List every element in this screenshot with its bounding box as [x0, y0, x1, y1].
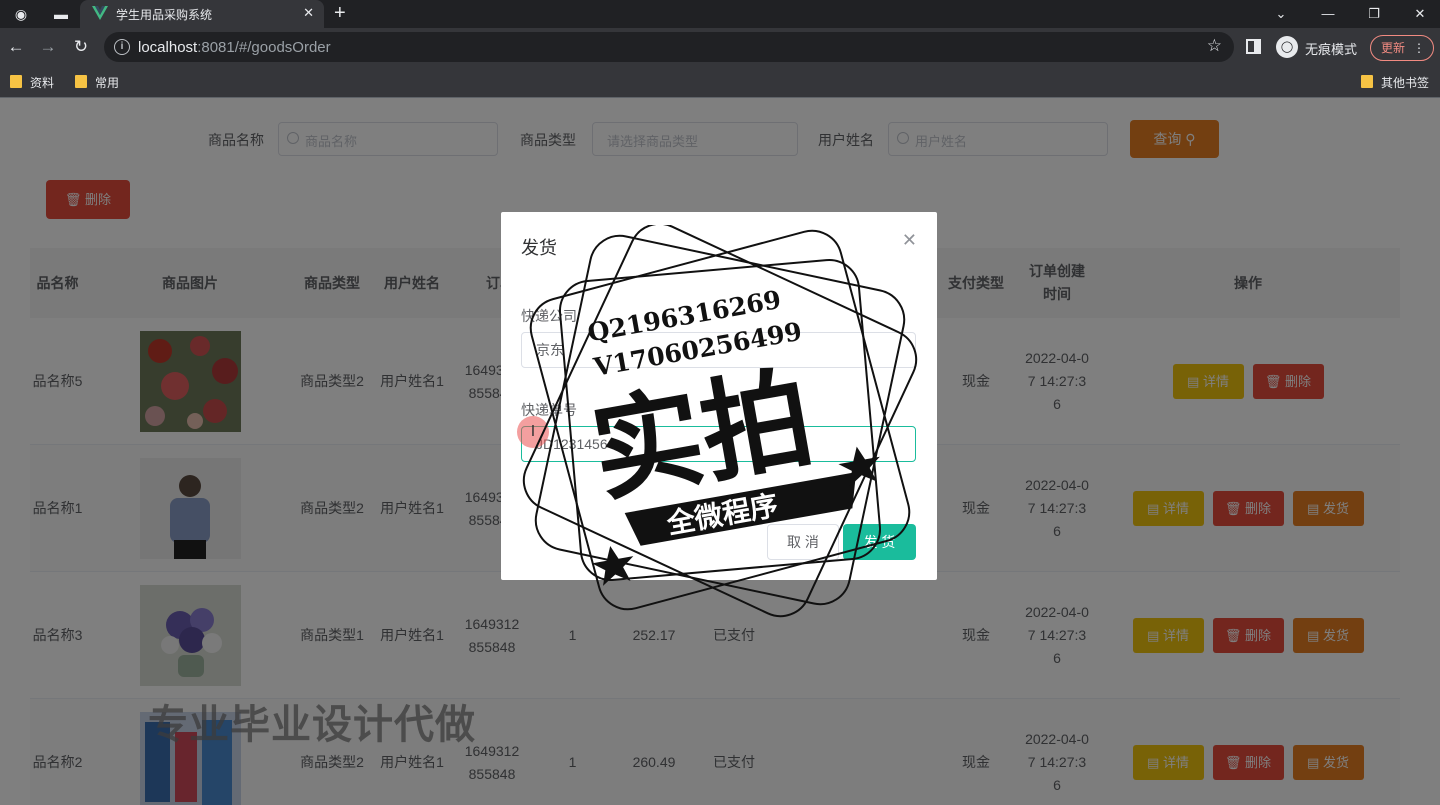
company-label: 快递公司: [521, 308, 577, 324]
chevron-down-icon[interactable]: ⌄: [1258, 4, 1304, 24]
ship-dialog: 发货 ✕ 快递公司 京东 快递单号 JD12314564 I 取 消 发 货: [501, 212, 937, 580]
incognito-label: 无痕模式: [1305, 42, 1358, 57]
update-button[interactable]: 更新 ⋮: [1370, 35, 1434, 61]
bookmark-folder[interactable]: 常用: [75, 74, 119, 91]
info-icon[interactable]: i: [114, 39, 130, 55]
confirm-ship-button[interactable]: 发 货: [843, 524, 916, 560]
bookmarks-bar: 资料 常用 其他书签: [0, 66, 1440, 98]
tab-search-icon[interactable]: ▬: [50, 4, 72, 24]
browser-tab[interactable]: 学生用品采购系统 ✕: [80, 0, 324, 28]
incognito-icon[interactable]: ◯: [1276, 36, 1298, 58]
star-icon[interactable]: ☆: [1207, 36, 1222, 56]
address-bar: ← → ↻ i localhost:8081/#/goodsOrder ☆ ◯ …: [0, 28, 1440, 66]
company-input[interactable]: 京东: [521, 332, 916, 368]
url-text: localhost:8081/#/goodsOrder: [138, 39, 331, 56]
browser-tab-bar: ◉ ▬ 学生用品采购系统 ✕ + ⌄ — ❐ ✕: [0, 0, 1440, 28]
back-icon[interactable]: ←: [5, 36, 27, 58]
minimize-icon[interactable]: —: [1305, 4, 1351, 24]
reload-icon[interactable]: ↻: [70, 36, 92, 58]
other-bookmarks[interactable]: 其他书签: [1361, 74, 1429, 91]
vue-icon: [92, 6, 108, 20]
dialog-title: 发货: [521, 238, 557, 258]
tracking-input[interactable]: JD12314564: [521, 426, 916, 462]
url-input[interactable]: i localhost:8081/#/goodsOrder ☆: [104, 32, 1234, 62]
close-icon[interactable]: ✕: [902, 230, 917, 251]
globe-icon[interactable]: ◉: [10, 4, 32, 24]
restore-icon[interactable]: ❐: [1351, 4, 1397, 24]
watermark-bottom: 专业毕业设计代做: [148, 702, 476, 748]
window-close-icon[interactable]: ✕: [1397, 4, 1440, 24]
bookmark-folder[interactable]: 资料: [10, 74, 54, 91]
cancel-button[interactable]: 取 消: [767, 524, 839, 560]
new-tab-icon[interactable]: +: [334, 2, 346, 25]
tab-title: 学生用品采购系统: [116, 8, 213, 22]
more-icon: ⋮: [1413, 41, 1425, 55]
close-icon[interactable]: ✕: [303, 5, 314, 21]
side-panel-icon[interactable]: [1246, 39, 1261, 54]
forward-icon[interactable]: →: [37, 36, 59, 58]
text-cursor-icon: I: [517, 416, 549, 448]
